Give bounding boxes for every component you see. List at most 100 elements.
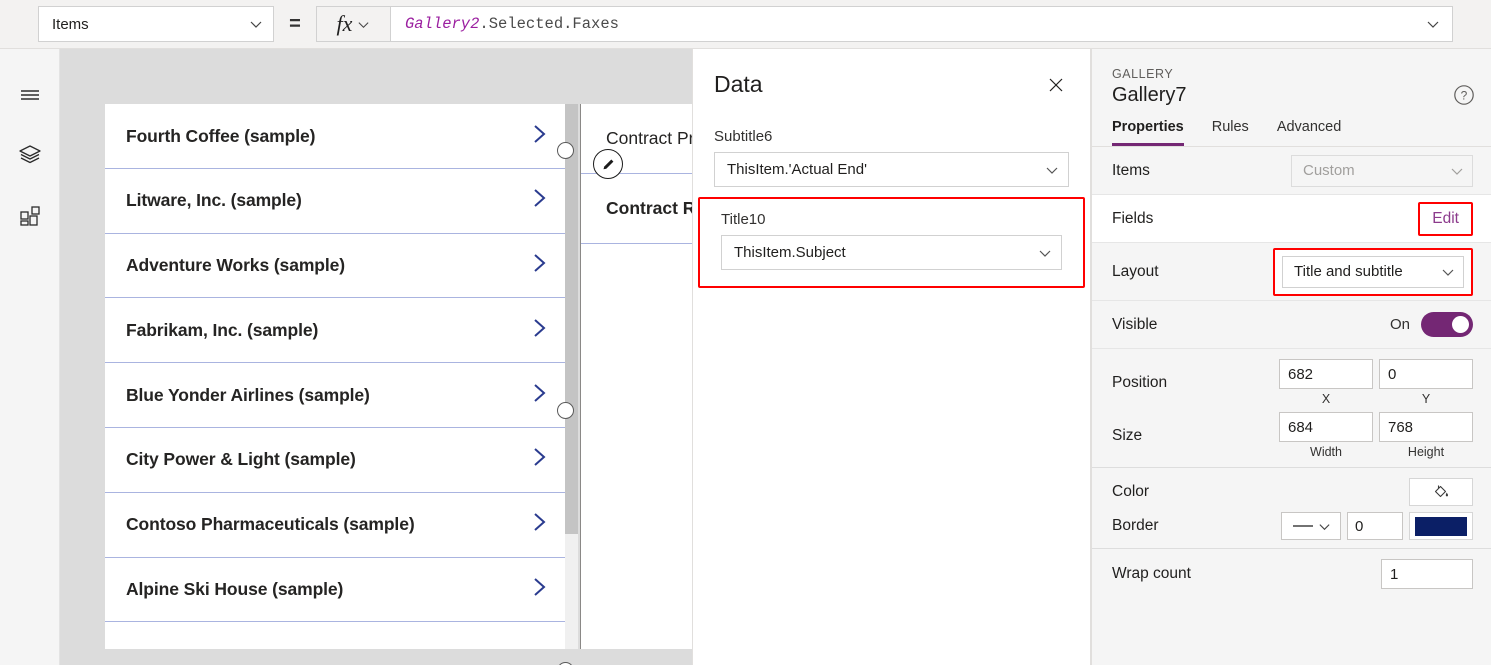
formula-rest: .Selected.Faxes (479, 15, 619, 33)
left-icon-rail (0, 49, 60, 665)
properties-tabs: Properties Rules Advanced (1092, 107, 1491, 147)
border-style-select[interactable] (1281, 512, 1341, 540)
gallery-row-title: Fabrikam, Inc. (sample) (126, 319, 319, 340)
size-height-input[interactable]: 768 (1379, 412, 1473, 442)
data-panel: Data Subtitle6 ThisItem.'Actual End' Tit… (692, 49, 1091, 665)
border-label: Border (1112, 517, 1159, 534)
wrap-count-label: Wrap count (1112, 565, 1191, 582)
formula-identifier: Gallery2 (405, 15, 480, 33)
fill-color-button[interactable] (1409, 478, 1473, 506)
row-position: Position 682 X 0 Y (1112, 359, 1473, 406)
chevron-right-icon[interactable] (527, 510, 551, 539)
border-color-button[interactable] (1409, 512, 1473, 540)
rail-item-tree-view[interactable] (0, 125, 60, 185)
visible-toggle-wrap: On (1390, 312, 1473, 337)
selection-handle-top-left[interactable] (557, 142, 574, 159)
gallery-row[interactable]: Contoso Pharmaceuticals (sample) (105, 492, 565, 558)
data-field-select[interactable]: ThisItem.Subject (721, 235, 1062, 270)
property-select-label: Items (52, 15, 89, 33)
border-width-input[interactable]: 0 (1347, 512, 1403, 540)
properties-panel: GALLERY Gallery7 ? Properties Rules Adva… (1091, 49, 1491, 665)
size-inputs: 684 Width 768 Height (1279, 412, 1473, 459)
edit-pencil-badge[interactable] (593, 149, 623, 179)
visible-toggle[interactable] (1421, 312, 1473, 337)
properties-header: GALLERY Gallery7 ? (1092, 49, 1491, 107)
edit-fields-button[interactable]: Edit (1422, 206, 1469, 232)
chevron-right-icon[interactable] (527, 316, 551, 345)
data-field-value: ThisItem.'Actual End' (727, 161, 867, 178)
data-panel-header: Data (693, 49, 1090, 104)
row-visible: Visible On (1092, 301, 1491, 349)
gallery-row[interactable]: Blue Yonder Airlines (sample) (105, 363, 565, 428)
row-border: Border 0 (1112, 512, 1473, 540)
position-x-caption: X (1321, 392, 1331, 406)
position-y-input[interactable]: 0 (1379, 359, 1473, 389)
fill-bucket-icon (1434, 485, 1449, 498)
pencil-icon (603, 159, 613, 169)
chevron-right-icon[interactable] (527, 445, 551, 474)
chevron-down-icon (1318, 523, 1330, 530)
tab-advanced[interactable]: Advanced (1277, 119, 1342, 146)
tab-rules[interactable]: Rules (1212, 119, 1249, 146)
visible-state-label: On (1389, 316, 1410, 333)
gallery-row[interactable]: Fourth Coffee (sample) (105, 104, 565, 169)
gallery-row[interactable]: Alpine Ski House (sample) (105, 557, 565, 623)
row-fields: Fields Edit (1092, 195, 1491, 243)
position-label: Position (1112, 373, 1168, 391)
wrap-count-input[interactable]: 1 (1381, 559, 1473, 589)
chevron-down-icon (1442, 269, 1454, 276)
gallery-row[interactable]: City Power & Light (sample) (105, 427, 565, 493)
gallery-row-title: Alpine Ski House (sample) (126, 578, 344, 599)
size-width-input[interactable]: 684 (1279, 412, 1373, 442)
selection-handle-middle-left[interactable] (557, 402, 574, 419)
chevron-down-icon[interactable] (1426, 17, 1440, 31)
data-field-select[interactable]: ThisItem.'Actual End' (714, 152, 1069, 187)
question-circle-icon: ? (1454, 85, 1474, 105)
row-layout: Layout Title and subtitle (1092, 243, 1491, 301)
hamburger-menu-icon (21, 90, 39, 100)
help-icon[interactable]: ? (1453, 84, 1475, 111)
visible-label: Visible (1112, 315, 1158, 333)
items-select[interactable]: Custom (1291, 154, 1473, 187)
items-value: Custom (1303, 162, 1355, 179)
fields-edit-highlight: Edit (1418, 201, 1473, 236)
rail-item-insert[interactable] (0, 185, 60, 245)
close-icon[interactable] (1042, 71, 1070, 104)
size-label: Size (1112, 426, 1143, 444)
data-field-label: Title10 (721, 211, 766, 228)
tab-properties[interactable]: Properties (1112, 119, 1184, 146)
data-field-subtitle6: Subtitle6 ThisItem.'Actual End' (693, 128, 1090, 187)
gallery-scrollbar[interactable] (565, 104, 578, 649)
property-select[interactable]: Items (38, 6, 274, 42)
chevron-down-icon (1039, 250, 1051, 257)
chevron-down-icon (358, 21, 369, 28)
gallery-scrollbar-thumb[interactable] (565, 104, 578, 534)
row-items: Items Custom (1092, 147, 1491, 195)
items-label: Items (1112, 161, 1150, 179)
chevron-right-icon[interactable] (527, 122, 551, 151)
detail-row-text: Contract Pro (606, 128, 705, 148)
gallery-row-title: City Power & Light (sample) (126, 449, 356, 470)
gallery-row-title: Blue Yonder Airlines (sample) (126, 384, 370, 405)
position-y-caption: Y (1421, 392, 1431, 406)
chevron-right-icon[interactable] (527, 575, 551, 604)
chevron-right-icon[interactable] (527, 186, 551, 215)
toggle-knob (1452, 316, 1469, 333)
chevron-right-icon[interactable] (527, 251, 551, 280)
rail-item-menu[interactable] (0, 65, 60, 125)
gallery-row[interactable]: Adventure Works (sample) (105, 233, 565, 299)
data-field-title10: Title10 ThisItem.Subject (698, 197, 1085, 288)
layout-select[interactable]: Title and subtitle (1282, 255, 1464, 288)
chevron-right-icon[interactable] (527, 381, 551, 410)
row-color: Color (1112, 478, 1473, 506)
formula-bar: Items = fx Gallery2 .Selected.Faxes (0, 0, 1491, 49)
formula-input[interactable]: Gallery2 .Selected.Faxes (390, 6, 1453, 42)
gallery-row[interactable]: Fabrikam, Inc. (sample) (105, 298, 565, 364)
layout-highlight: Title and subtitle (1273, 247, 1473, 296)
components-grid-icon (20, 206, 40, 226)
fx-button[interactable]: fx (316, 6, 390, 42)
position-x-input[interactable]: 682 (1279, 359, 1373, 389)
gallery-row[interactable]: Litware, Inc. (sample) (105, 168, 565, 234)
solid-line-icon (1292, 525, 1313, 527)
position-size-block: Position 682 X 0 Y Size 684 Width 768 He… (1092, 349, 1491, 468)
